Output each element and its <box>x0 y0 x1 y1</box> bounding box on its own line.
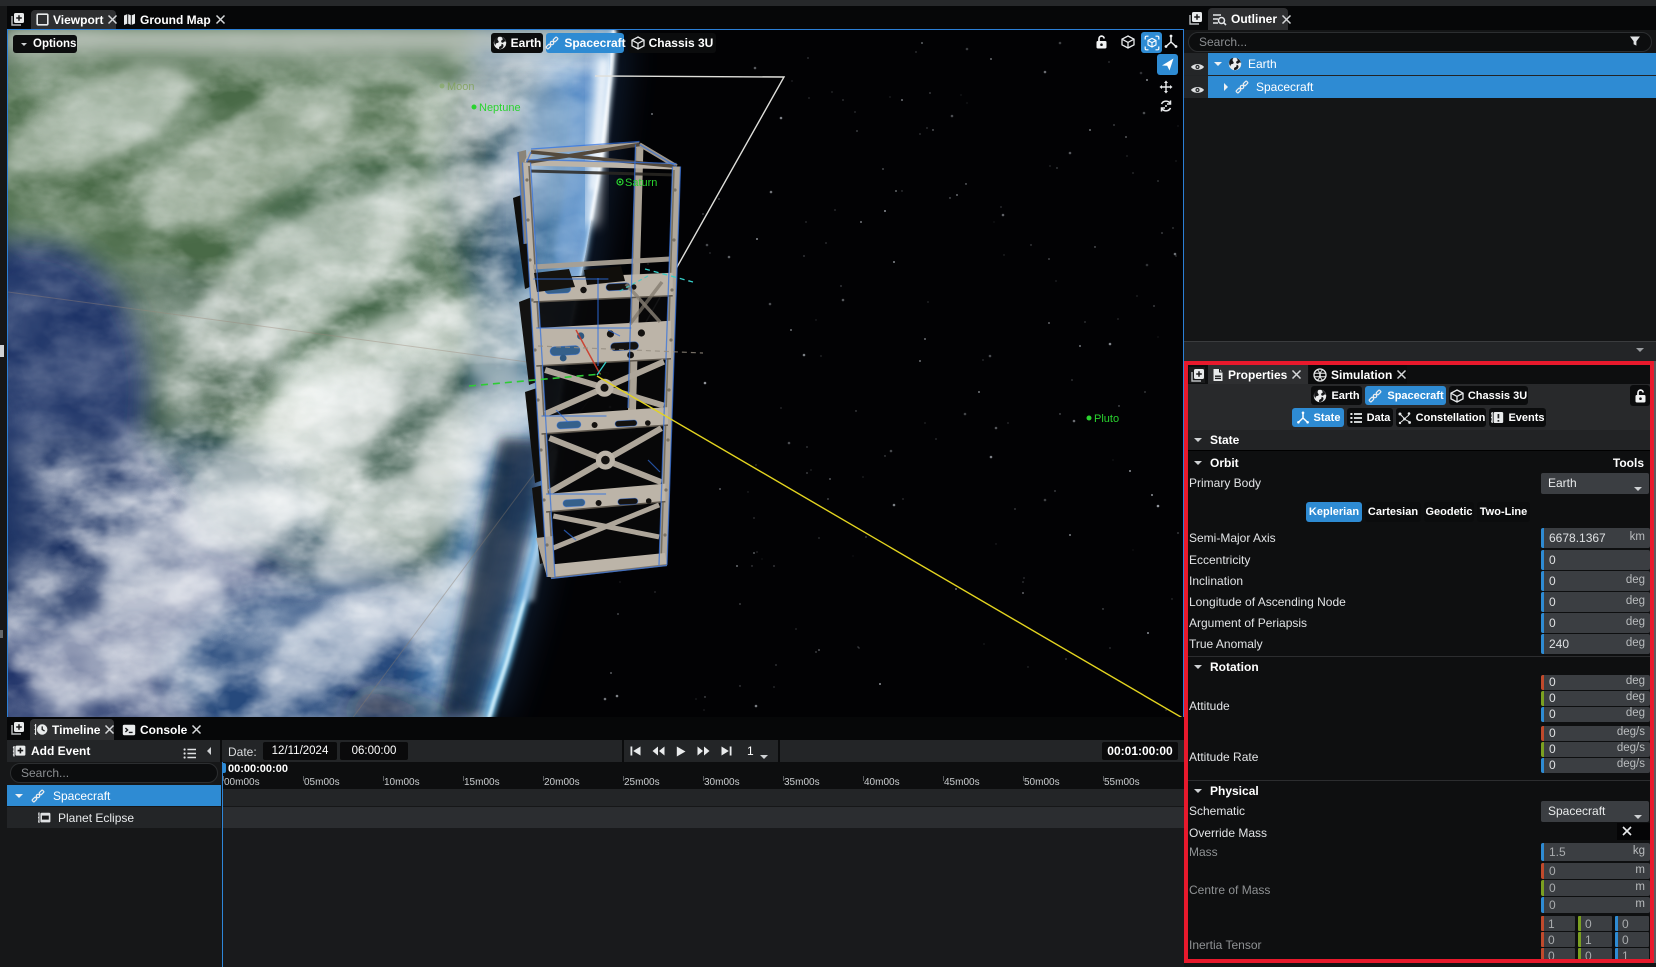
svg-text:Pluto: Pluto <box>1094 413 1119 425</box>
svg-text:Neptune: Neptune <box>479 102 521 114</box>
svg-text:Moon: Moon <box>447 81 475 93</box>
svg-text:Saturn: Saturn <box>625 177 657 189</box>
